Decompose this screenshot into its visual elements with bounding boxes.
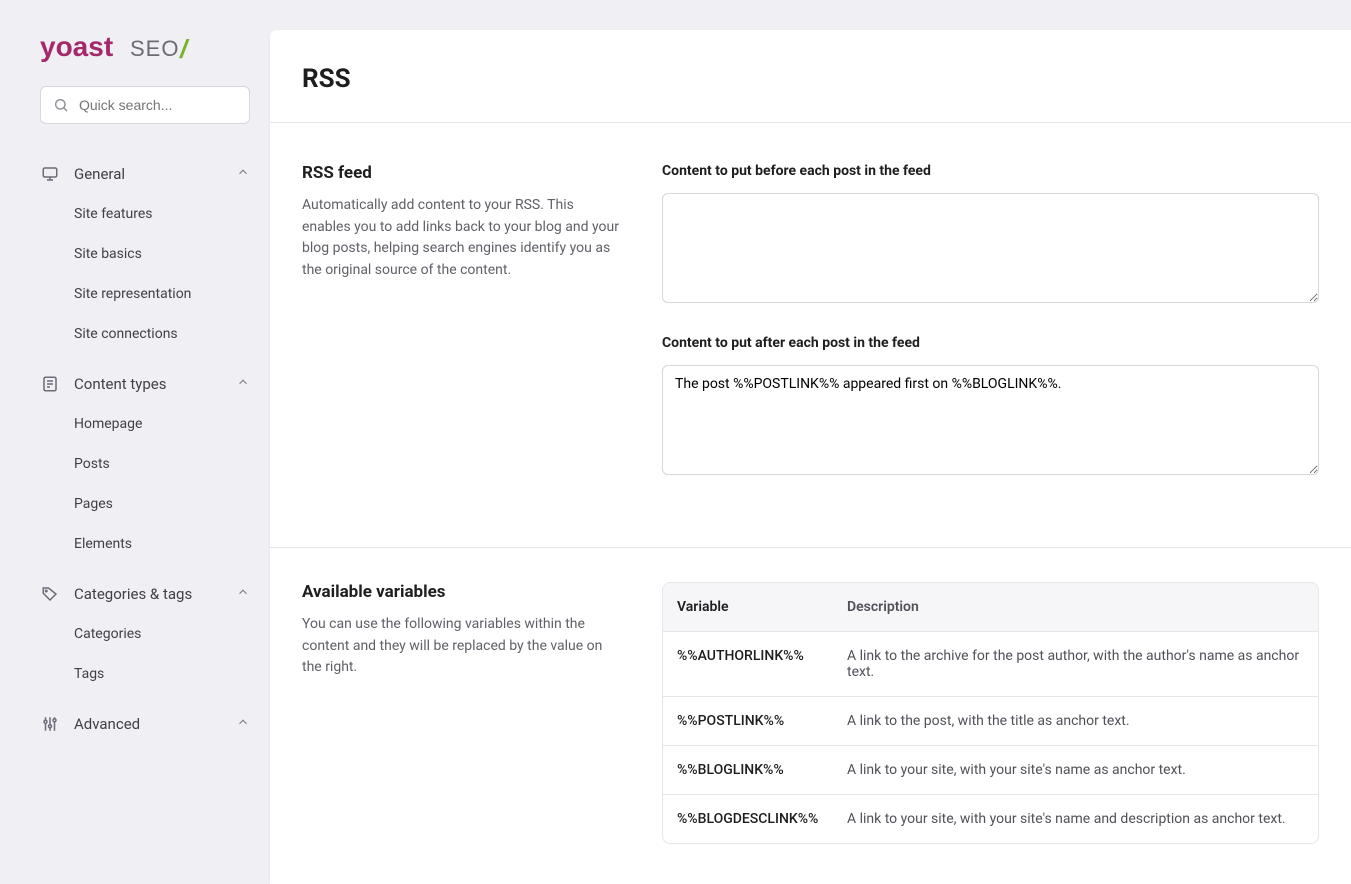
sidebar-item-site-representation[interactable]: Site representation — [74, 274, 250, 314]
main-content: RSS RSS feed Automatically add content t… — [270, 30, 1351, 884]
monitor-icon — [40, 164, 60, 184]
svg-text:yoast: yoast — [40, 31, 113, 62]
sidebar-item-categories[interactable]: Categories — [74, 614, 250, 654]
var-desc: A link to the post, with the title as an… — [847, 713, 1304, 729]
search-input[interactable] — [79, 97, 260, 113]
search-box[interactable]: CtrlK — [40, 86, 250, 124]
chevron-up-icon — [236, 585, 250, 603]
rss-feed-desc: Automatically add content to your RSS. T… — [302, 195, 622, 282]
nav-group-categories-tags[interactable]: Categories & tags — [40, 574, 250, 614]
tag-icon — [40, 584, 60, 604]
search-icon — [53, 95, 69, 115]
chevron-up-icon — [236, 165, 250, 183]
nav-group-general[interactable]: General — [40, 154, 250, 194]
var-name: %%BLOGDESCLINK%% — [677, 811, 847, 827]
nav-group-content-types[interactable]: Content types — [40, 364, 250, 404]
after-textarea[interactable] — [662, 365, 1319, 475]
nav-group-label: Content types — [74, 375, 167, 393]
variables-table: Variable Description %%AUTHORLINK%% A li… — [662, 582, 1319, 844]
sidebar-item-tags[interactable]: Tags — [74, 654, 250, 694]
variables-desc: You can use the following variables with… — [302, 614, 622, 679]
chevron-up-icon — [236, 375, 250, 393]
table-header-variable: Variable — [677, 599, 847, 615]
sidebar-item-pages[interactable]: Pages — [74, 484, 250, 524]
page-title: RSS — [270, 30, 1351, 123]
variables-heading: Available variables — [302, 582, 622, 602]
var-name: %%BLOGLINK%% — [677, 762, 847, 778]
var-desc: A link to your site, with your site's na… — [847, 811, 1304, 827]
svg-text:SEO: SEO — [130, 36, 179, 61]
variables-section: Available variables You can use the foll… — [270, 547, 1351, 884]
sidebar-item-site-connections[interactable]: Site connections — [74, 314, 250, 354]
table-row: %%BLOGDESCLINK%% A link to your site, wi… — [663, 795, 1318, 843]
after-label: Content to put after each post in the fe… — [662, 335, 1319, 351]
sliders-icon — [40, 714, 60, 734]
content-icon — [40, 374, 60, 394]
table-header-description: Description — [847, 599, 1304, 615]
sidebar: yoast SEO / CtrlK General — [0, 0, 270, 884]
var-name: %%AUTHORLINK%% — [677, 648, 847, 680]
sidebar-item-site-basics[interactable]: Site basics — [74, 234, 250, 274]
table-row: %%AUTHORLINK%% A link to the archive for… — [663, 632, 1318, 697]
sidebar-item-site-features[interactable]: Site features — [74, 194, 250, 234]
chevron-up-icon — [236, 715, 250, 733]
nav-group-label: Advanced — [74, 715, 140, 733]
before-label: Content to put before each post in the f… — [662, 163, 1319, 179]
table-row: %%POSTLINK%% A link to the post, with th… — [663, 697, 1318, 746]
logo: yoast SEO / — [40, 30, 250, 66]
sidebar-nav: General Site features Site basics Site r… — [40, 154, 250, 744]
svg-text:/: / — [179, 34, 190, 64]
sidebar-item-elements[interactable]: Elements — [74, 524, 250, 564]
before-textarea[interactable] — [662, 193, 1319, 303]
var-desc: A link to your site, with your site's na… — [847, 762, 1304, 778]
var-name: %%POSTLINK%% — [677, 713, 847, 729]
sidebar-item-homepage[interactable]: Homepage — [74, 404, 250, 444]
sidebar-item-posts[interactable]: Posts — [74, 444, 250, 484]
nav-group-label: General — [74, 165, 125, 183]
rss-feed-section: RSS feed Automatically add content to yo… — [270, 123, 1351, 547]
rss-feed-heading: RSS feed — [302, 163, 622, 183]
var-desc: A link to the archive for the post autho… — [847, 648, 1304, 680]
table-row: %%BLOGLINK%% A link to your site, with y… — [663, 746, 1318, 795]
nav-group-label: Categories & tags — [74, 585, 192, 603]
nav-group-advanced[interactable]: Advanced — [40, 704, 250, 744]
